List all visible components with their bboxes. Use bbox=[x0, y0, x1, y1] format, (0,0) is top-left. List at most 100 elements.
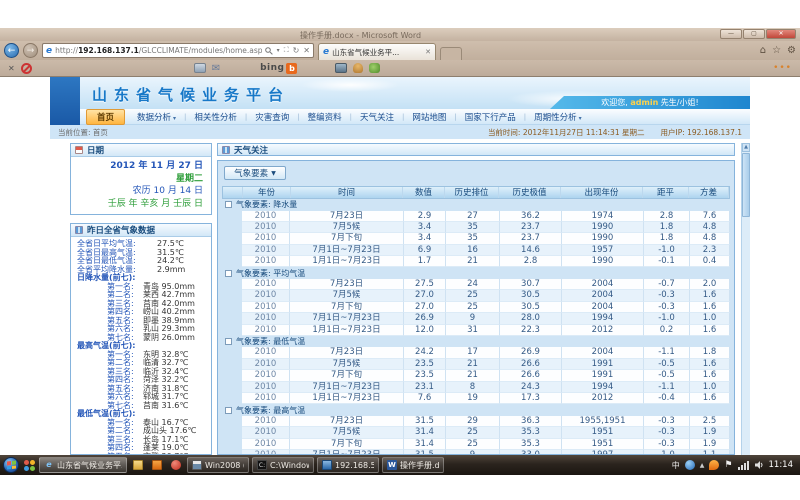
home-icon[interactable]: ⌂ bbox=[760, 45, 766, 56]
table-group-row[interactable]: 气象要素: 平均气温 bbox=[222, 267, 730, 279]
table-row[interactable]: 20107月5候27.02530.52004-0.31.6 bbox=[222, 290, 730, 301]
wallet-card-icon[interactable] bbox=[194, 63, 206, 73]
tray-expand-icon[interactable]: ▲ bbox=[700, 462, 705, 469]
table-row[interactable]: 20107月5候31.42535.31951-0.31.9 bbox=[222, 427, 730, 438]
refresh-icon[interactable]: ↻ bbox=[293, 46, 300, 55]
group-checkbox[interactable] bbox=[225, 338, 232, 345]
table-group-row[interactable]: 气象要素: 最高气温 bbox=[222, 404, 730, 416]
nav-item-2[interactable]: 数据分析▾ bbox=[129, 111, 184, 123]
toolbar-more-icon[interactable]: ••• bbox=[773, 63, 792, 73]
table-cell: 8 bbox=[446, 382, 500, 393]
back-button[interactable]: ← bbox=[4, 43, 19, 58]
table-cell: 1.8 bbox=[644, 222, 690, 233]
ime-indicator[interactable]: 中 bbox=[672, 460, 680, 471]
new-tab-button[interactable] bbox=[440, 47, 462, 60]
settings-gear-icon[interactable]: ⚙ bbox=[787, 45, 796, 56]
task-button-6[interactable]: C:C:\Windows\s... bbox=[252, 457, 314, 473]
table-cell: 2010 bbox=[242, 211, 290, 222]
table-row[interactable]: 20107月1日~7月23日26.9928.01994-1.01.0 bbox=[222, 313, 730, 324]
scrollbar-thumb[interactable] bbox=[742, 153, 750, 217]
table-row[interactable]: 20107月下旬23.52126.61991-0.51.6 bbox=[222, 370, 730, 381]
group-checkbox[interactable] bbox=[225, 201, 232, 208]
forward-button[interactable]: → bbox=[23, 43, 38, 58]
pinned-task-icon-4[interactable] bbox=[168, 457, 184, 473]
group-checkbox[interactable] bbox=[225, 270, 232, 277]
task-button-8[interactable]: W操作手册.docx ... bbox=[382, 457, 444, 473]
table-group-row[interactable]: 气象要素: 最低气温 bbox=[222, 336, 730, 348]
task-button-5[interactable]: Win2008 (VS2... bbox=[187, 457, 249, 473]
table-row[interactable]: 20107月1日~7月23日23.1824.31994-1.11.0 bbox=[222, 382, 730, 393]
group-checkbox[interactable] bbox=[225, 407, 232, 414]
taskbar-clock[interactable]: 11:14 bbox=[769, 460, 794, 470]
table-row[interactable]: 20107月23日2.92736.219742.87.6 bbox=[222, 211, 730, 222]
compatibility-icon[interactable]: ⛶ bbox=[284, 46, 289, 55]
people-icon[interactable] bbox=[353, 63, 363, 73]
url-text[interactable]: http://192.168.137.1/GLCCLIMATE/modules/… bbox=[55, 46, 262, 55]
network-globe-icon[interactable] bbox=[685, 460, 695, 470]
table-cell: 2004 bbox=[562, 302, 644, 313]
browser-tab[interactable]: e 山东省气候业务平... ✕ bbox=[318, 43, 436, 60]
table-row[interactable]: 20107月1日~7月23日6.91614.61957-1.02.3 bbox=[222, 245, 730, 256]
table-row[interactable]: 20107月23日31.52936.31955,1951-0.32.5 bbox=[222, 416, 730, 427]
table-group-row[interactable]: 气象要素: 降水量 bbox=[222, 199, 730, 211]
table-row[interactable]: 20101月1日~7月23日7.61917.32012-0.41.6 bbox=[222, 393, 730, 404]
table-row[interactable]: 20107月下旬27.02530.52004-0.31.6 bbox=[222, 302, 730, 313]
column-header[interactable]: 年份 bbox=[243, 187, 291, 198]
autocomplete-dropdown-icon[interactable]: ▾ bbox=[277, 47, 280, 54]
network-signal-icon[interactable] bbox=[738, 461, 749, 470]
volume-icon[interactable] bbox=[754, 460, 764, 470]
nav-item-8[interactable]: 国家下行产品 bbox=[457, 111, 524, 123]
flame-icon[interactable] bbox=[709, 460, 719, 470]
table-row[interactable]: 20107月5候3.43523.719901.84.8 bbox=[222, 222, 730, 233]
toolbar-close-icon[interactable]: ✕ bbox=[8, 64, 15, 73]
nav-item-4[interactable]: 灾害查询 bbox=[247, 111, 297, 123]
search-icon[interactable] bbox=[265, 47, 273, 55]
nav-item-3[interactable]: 相关性分析 bbox=[186, 111, 245, 123]
task-button-1[interactable]: e山东省气候业务平... bbox=[39, 457, 127, 473]
quick-launch-icon[interactable] bbox=[22, 458, 36, 472]
nav-item-6[interactable]: 天气关注 bbox=[352, 111, 402, 123]
nav-item-7[interactable]: 网站地图 bbox=[404, 111, 454, 123]
table-row[interactable]: 20107月5候23.52126.61991-0.51.6 bbox=[222, 359, 730, 370]
nav-item-1[interactable]: 首页 bbox=[86, 109, 125, 125]
bing-toolbar-logo[interactable]: bing b bbox=[260, 63, 297, 74]
vertical-scrollbar[interactable]: ▲ bbox=[741, 143, 750, 455]
column-header[interactable]: 历史极值 bbox=[499, 187, 561, 198]
table-row[interactable]: 20107月23日24.21726.92004-1.11.8 bbox=[222, 347, 730, 358]
task-button-7[interactable]: 192.168.59.99... bbox=[317, 457, 379, 473]
browser-titlebar[interactable]: 操作手册.docx - Microsoft Word — ▢ ✕ bbox=[0, 28, 800, 41]
column-header[interactable]: 距平 bbox=[643, 187, 689, 198]
favorites-star-icon[interactable]: ☆ bbox=[772, 45, 781, 56]
start-button[interactable] bbox=[3, 457, 19, 473]
camera-icon[interactable] bbox=[335, 63, 347, 73]
table-row[interactable]: 20107月下旬3.43523.719901.84.8 bbox=[222, 233, 730, 244]
nav-item-5[interactable]: 整编资料 bbox=[300, 111, 350, 123]
share-icon[interactable] bbox=[369, 63, 380, 73]
rank-value: 莒南 31.6℃ bbox=[143, 402, 188, 411]
tab-close-icon[interactable]: ✕ bbox=[425, 48, 431, 56]
table-row[interactable]: 20107月23日27.52430.72004-0.72.0 bbox=[222, 279, 730, 290]
table-cell: 2010 bbox=[242, 302, 290, 313]
pinned-task-icon-2[interactable] bbox=[130, 457, 146, 473]
table-row[interactable]: 20101月1日~7月23日12.03122.320120.21.6 bbox=[222, 325, 730, 336]
element-filter-button[interactable]: 气象要素▼ bbox=[224, 166, 286, 180]
nav-item-9[interactable]: 周期性分析▾ bbox=[526, 111, 590, 123]
address-field[interactable]: e http://192.168.137.1/GLCCLIMATE/module… bbox=[42, 43, 314, 58]
main-content: 天气关注 气象要素▼ 年份时间数值历史排位历史极值出现年份距平方差气象要素: 降… bbox=[217, 143, 735, 455]
column-header[interactable]: 历史排位 bbox=[445, 187, 499, 198]
column-header[interactable]: 方差 bbox=[689, 187, 729, 198]
minimize-button[interactable]: — bbox=[720, 29, 742, 39]
close-button[interactable]: ✕ bbox=[766, 29, 796, 39]
column-header[interactable]: 时间 bbox=[291, 187, 403, 198]
table-row[interactable]: 20107月下旬31.42535.31951-0.31.9 bbox=[222, 439, 730, 450]
column-header[interactable]: 数值 bbox=[403, 187, 445, 198]
stop-icon[interactable]: ✕ bbox=[303, 46, 310, 55]
column-header[interactable]: 出现年份 bbox=[561, 187, 643, 198]
mail-icon[interactable]: ✉ bbox=[212, 63, 220, 74]
pinned-task-icon-3[interactable] bbox=[149, 457, 165, 473]
table-row[interactable]: 20101月1日~7月23日1.7212.81990-0.10.4 bbox=[222, 256, 730, 267]
action-center-flag-icon[interactable]: ⚑ bbox=[724, 460, 732, 470]
scroll-up-arrow-icon[interactable]: ▲ bbox=[742, 143, 750, 152]
maximize-button[interactable]: ▢ bbox=[743, 29, 765, 39]
blocked-content-icon[interactable] bbox=[21, 63, 32, 74]
